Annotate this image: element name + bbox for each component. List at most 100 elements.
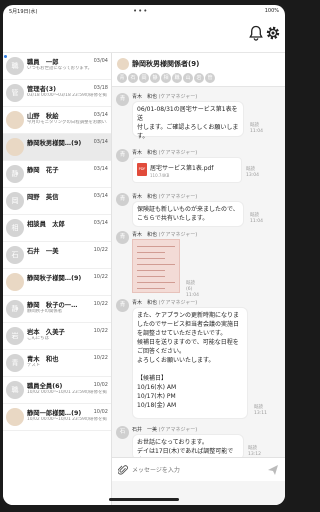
- bell-icon[interactable]: [249, 25, 263, 41]
- chat-preview: こんにちは: [27, 336, 49, 341]
- chat-list-item[interactable]: 職職員 一郎 03/04 いつもお世話になっております。: [3, 53, 111, 80]
- sender-name: 石井 一美 (ケアマネジャー): [132, 426, 197, 433]
- send-icon[interactable]: [267, 464, 279, 476]
- message-bubble[interactable]: 06/01-08/31の居宅サービス第1表を送 付します。ご確認よろしくお願いし…: [132, 101, 244, 140]
- sender-avatar[interactable]: 青: [116, 299, 129, 312]
- chat-date: 03/14: [93, 112, 108, 118]
- pdf-icon: PDF: [137, 163, 147, 176]
- avatar: 相: [6, 219, 24, 237]
- member-avatar: 岩: [194, 73, 204, 83]
- chat-list-item[interactable]: 岩岩本 久美子 10/22 こんにちは: [3, 323, 111, 350]
- multitask-dots[interactable]: •••: [133, 7, 148, 15]
- app-screen: 5月19日(水) ••• 100% 職職員 一郎 03/04 いつもお世話になってお…: [3, 5, 285, 505]
- sender-label: 青木 和也: [132, 194, 158, 200]
- avatar: 静: [6, 165, 24, 183]
- chat-list-item[interactable]: 静岡一郎様関…(9) 10/02 10/02 00:00～10/01 23:59の研…: [3, 404, 111, 431]
- avatar: 青: [6, 354, 24, 372]
- member-avatar: 青: [117, 73, 127, 83]
- chat-date: 10/02: [93, 409, 108, 415]
- member-avatar: 山: [183, 73, 193, 83]
- chat-list-item[interactable]: 岡岡野 英信 03/14: [3, 188, 111, 215]
- sender-name: 青木 和也 (ケアマネジャー): [132, 149, 197, 156]
- chat-name: 相談員 太郎: [27, 221, 65, 228]
- sender-label: 石井 一美: [132, 427, 158, 433]
- chat-list-item[interactable]: 山野 秋絵 03/14 今月のモニタリングの日程調整をお願い…: [3, 107, 111, 134]
- sender-avatar[interactable]: 青: [116, 231, 129, 244]
- chat-list-item[interactable]: 静静岡 花子 03/14: [3, 161, 111, 188]
- chat-date: 03/14: [93, 139, 108, 145]
- chat-preview: 10/02 00:00～10/01 23:59の研修を掲載し…: [27, 417, 107, 422]
- sender-name: 青木 和也 (ケアマネジャー): [132, 299, 197, 306]
- sender-role: (ケアマネジャー): [158, 427, 198, 433]
- chat-date: 10/22: [93, 247, 108, 253]
- chat-list-item[interactable]: 静岡秋男様関…(9) 03/14: [3, 134, 111, 161]
- chat-date: 03/18: [93, 85, 108, 91]
- chat-list-item[interactable]: 相相談員 太郎 03/14: [3, 215, 111, 242]
- message-composer: [112, 457, 285, 481]
- image-attachment[interactable]: [132, 239, 180, 293]
- member-avatar: 静: [150, 73, 160, 83]
- chat-preview: 10/02 00:00～10/01 23:59の研修を掲載し…: [27, 390, 107, 395]
- read-status: 既読 11:04: [250, 123, 263, 134]
- avatar: 岩: [6, 327, 24, 345]
- image-line: [137, 258, 165, 259]
- sender-avatar[interactable]: 青: [116, 149, 129, 162]
- chat-name: 静岡 花子: [27, 167, 59, 174]
- image-line: [137, 282, 175, 283]
- status-time: 5月19日(水): [9, 9, 38, 15]
- sender-name: 青木 和也 (ケアマネジャー): [132, 93, 197, 100]
- chat-date: 03/04: [93, 58, 108, 64]
- chat-list-item[interactable]: 職職員全員(6) 10/02 10/02 00:00～10/01 23:59の研修を…: [3, 377, 111, 404]
- chat-list-item[interactable]: 静岡秋子様関…(9) 10/22: [3, 269, 111, 296]
- chat-list-item[interactable]: 石石井 一美 10/22: [3, 242, 111, 269]
- avatar: 職: [6, 57, 24, 75]
- image-line: [137, 288, 165, 289]
- paperclip-icon[interactable]: [118, 464, 128, 476]
- chat-name: 静岡秋子様関…(9): [27, 275, 82, 282]
- chat-date: 10/22: [93, 355, 108, 361]
- chat-list-item[interactable]: 管管理者(3) 03/18 03/18 00:00～03/18 23:59の研修を掲…: [3, 80, 111, 107]
- avatar: [6, 408, 24, 426]
- image-line: [137, 270, 165, 271]
- chat-name: 石井 一美: [27, 248, 59, 255]
- chat-room: 静岡秋男様関係者(9) 青石岡静相職山岩管 青青木 和也 (ケアマネジャー) 06…: [112, 53, 285, 505]
- chat-preview: 今月のモニタリングの日程調整をお願い…: [27, 120, 107, 125]
- chat-name: 岡野 英信: [27, 194, 59, 201]
- message-input[interactable]: [132, 463, 260, 477]
- message-bubble[interactable]: 保険証も新しいものが来ましたので、 こちらで共有いたします。: [132, 201, 244, 227]
- sender-avatar[interactable]: 石: [116, 426, 129, 439]
- sender-avatar[interactable]: 青: [116, 93, 129, 106]
- member-avatars[interactable]: 青石岡静相職山岩管: [117, 73, 216, 85]
- room-title: 静岡秋男様関係者(9): [132, 60, 200, 68]
- message-bubble[interactable]: また、ケアプランの更新時期になりま したのでサービス担当者会議の実施日 を調整さ…: [132, 307, 248, 419]
- avatar: [6, 138, 24, 156]
- sender-avatar[interactable]: 青: [116, 193, 129, 206]
- top-bar: [3, 17, 285, 53]
- sender-name: 青木 和也 (ケアマネジャー): [132, 193, 197, 200]
- avatar: 静: [6, 300, 24, 318]
- member-avatar: 職: [172, 73, 182, 83]
- chat-list-item[interactable]: 静静岡 秋子の一… 10/22 静岡秋子の関係者: [3, 296, 111, 323]
- chat-date: 03/14: [93, 193, 108, 199]
- chat-list-item[interactable]: 青青木 和也 10/22 テスト: [3, 350, 111, 377]
- chat-preview: いつもお世話になっております。: [27, 66, 93, 71]
- home-indicator: [109, 498, 179, 501]
- chat-date: 10/22: [93, 301, 108, 307]
- sender-label: 青木 和也: [132, 300, 158, 306]
- avatar: 職: [6, 381, 24, 399]
- chat-preview: テスト: [27, 363, 41, 368]
- status-bar: 5月19日(水) ••• 100%: [3, 5, 285, 17]
- file-attachment[interactable]: PDF 居宅サービス第1表.pdf 110.74KB: [132, 157, 242, 183]
- room-header: 静岡秋男様関係者(9) 青石岡静相職山岩管: [112, 53, 285, 87]
- gear-icon[interactable]: [265, 25, 281, 41]
- file-size: 110.74KB: [150, 173, 170, 178]
- read-status: 既読 13:04: [246, 167, 259, 178]
- member-avatar: 岡: [139, 73, 149, 83]
- avatar: 管: [6, 84, 24, 102]
- read-status: 既読 11:04: [250, 213, 263, 224]
- battery-level: 100%: [264, 8, 279, 14]
- chat-name: 青木 和也: [27, 356, 59, 363]
- chat-name: 管理者(3): [27, 86, 57, 93]
- sender-label: 青木 和也: [132, 232, 158, 238]
- chat-date: 03/14: [93, 166, 108, 172]
